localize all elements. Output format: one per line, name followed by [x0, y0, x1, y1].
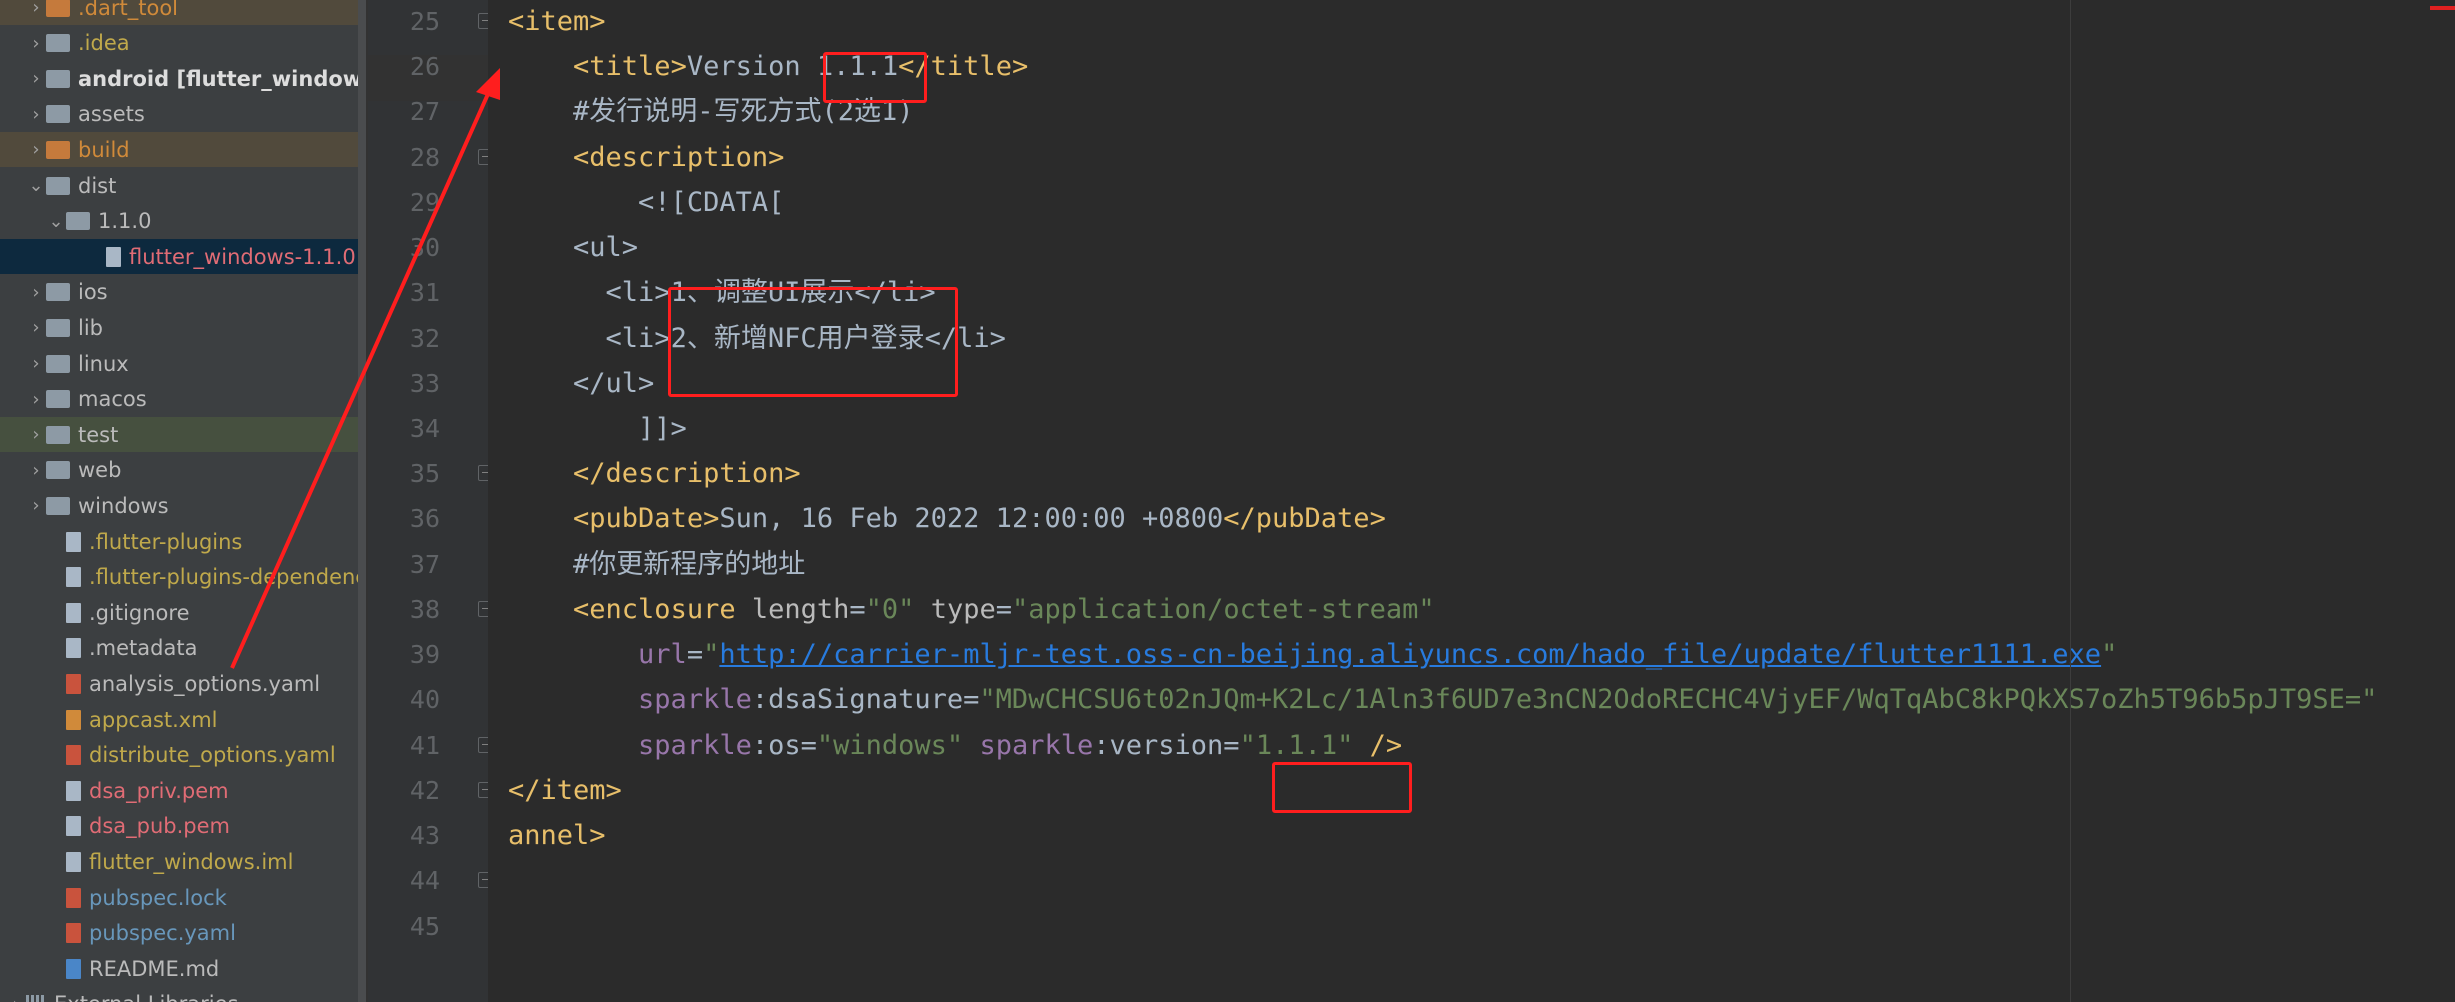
- annotation-arrow: [230, 68, 500, 669]
